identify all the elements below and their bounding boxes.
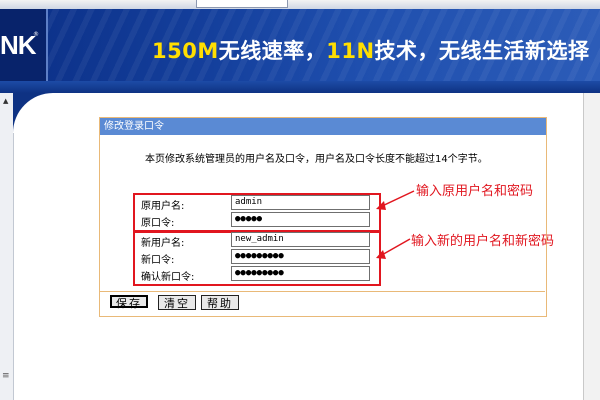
- scroll-up-arrow-icon[interactable]: ▲: [3, 97, 8, 105]
- banner-bottom-bar: [0, 81, 600, 93]
- annotation-new-credentials: 输入新的用户名和新密码: [411, 234, 555, 249]
- help-button[interactable]: 帮助: [201, 295, 239, 310]
- old-password-label: 原口令:: [141, 218, 175, 229]
- old-username-label: 原用户名:: [141, 201, 185, 212]
- slogan-text-2: 技术，无线生活新选择: [374, 39, 590, 63]
- brand-logo: NK ®: [0, 9, 48, 81]
- scroll-grip-icon[interactable]: ≡: [2, 371, 10, 381]
- registered-mark: ®: [33, 31, 39, 38]
- confirm-password-label: 确认新口令:: [141, 272, 195, 283]
- router-banner: NK ® 150M无线速率，11N技术，无线生活新选择: [0, 9, 600, 81]
- save-button[interactable]: 保存: [110, 295, 148, 310]
- clear-button[interactable]: 清空: [158, 295, 196, 310]
- old-username-input[interactable]: [231, 195, 370, 210]
- browser-tab[interactable]: [196, 0, 288, 8]
- new-username-label: 新用户名:: [141, 238, 185, 249]
- new-password-label: 新口令:: [141, 255, 175, 266]
- slogan-text-1: 无线速率，: [218, 39, 327, 63]
- right-frame: [583, 93, 600, 400]
- panel-title: 修改登录口令: [100, 118, 546, 135]
- slogan-tech: 11N: [326, 39, 375, 63]
- brand-logo-text: NK: [0, 30, 37, 60]
- old-password-input[interactable]: ●●●●●: [231, 212, 370, 227]
- red-arrow-icon: [376, 190, 415, 259]
- annotation-old-credentials: 输入原用户名和密码: [416, 184, 534, 199]
- panel-description: 本页修改系统管理员的用户名及口令，用户名及口令长度不能超过14个字节。: [145, 154, 488, 165]
- left-frame-scrollbar[interactable]: ▲ ≡: [0, 93, 14, 400]
- new-username-input[interactable]: [231, 232, 370, 247]
- banner-slogan: 150M无线速率，11N技术，无线生活新选择: [152, 35, 590, 65]
- button-divider: [99, 291, 545, 292]
- new-password-input[interactable]: ●●●●●●●●●: [231, 249, 370, 264]
- slogan-speed: 150M: [152, 39, 219, 63]
- confirm-password-input[interactable]: ●●●●●●●●●: [231, 266, 370, 281]
